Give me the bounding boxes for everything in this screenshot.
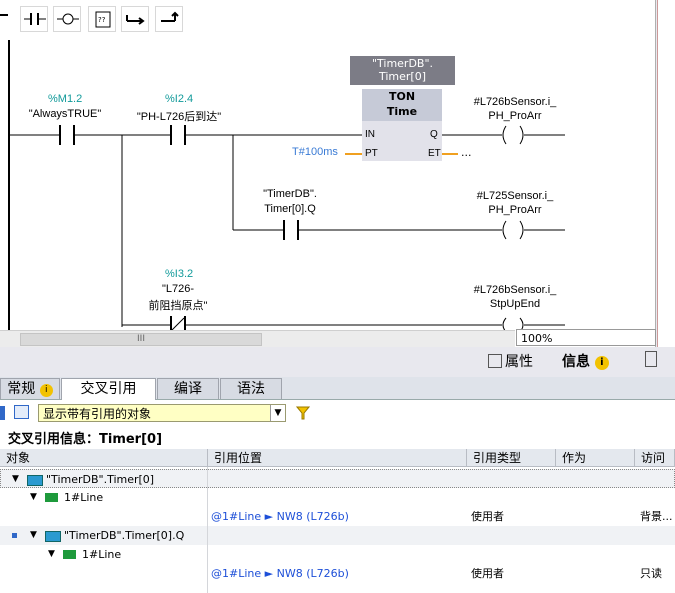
column-header-object[interactable]: 对象 [0,449,208,467]
table-row[interactable]: ▼ 1#Line [0,488,675,507]
filter-dropdown[interactable]: 显示带有引用的对象 ▼ [38,404,286,422]
expand-arrow-icon[interactable]: ▼ [30,488,37,507]
db-tag-icon [45,531,61,542]
pin-et-label: ET [428,148,441,159]
contact-symbol[interactable]: "PH-L726后到达" [128,108,230,124]
block-name: 1#Line [82,548,122,561]
coil-symbol[interactable]: #L725Sensor.i_ [460,190,570,202]
coil-symbol[interactable]: PH_ProArr [460,204,570,216]
empty-box-label: ?? [98,16,106,24]
contact-address: %I3.2 [165,268,194,280]
contact-open-icon[interactable] [20,6,48,32]
filter-dropdown-value: 显示带有引用的对象 [43,407,152,421]
ton-subtitle: Time [386,105,418,118]
block-name: 1#Line [64,491,104,504]
table-row[interactable]: ▼ "TimerDB".Timer[0] [0,469,675,488]
reference-type: 使用者 [471,510,504,523]
instance-db-label[interactable]: "TimerDB". Timer[0] [350,56,455,85]
reference-location-link[interactable]: @1#Line ► NW8 (L726b) [211,507,349,526]
pin-pt-label: PT [365,148,378,159]
tab-compile[interactable]: 编译 [157,378,219,399]
coil-symbol[interactable]: #L726bSensor.i_ [460,284,570,296]
et-value[interactable]: ... [461,146,472,159]
coil-symbol[interactable]: PH_ProArr [460,110,570,122]
properties-tab-label: 属性 [505,354,533,370]
close-branch-icon[interactable] [155,6,183,32]
contact-address: %M1.2 [48,93,83,105]
info-tab-label: 信息 [562,354,590,370]
cross-reference-title: 交叉引用信息：Timer[0] [8,432,163,447]
column-divider [207,467,208,593]
contact-symbol[interactable]: Timer[0].Q [250,203,330,215]
tab-syntax[interactable]: 语法 [220,378,282,399]
tab-cross-reference[interactable]: 交叉引用 [61,378,156,400]
db-tag-icon [27,475,43,486]
ladder-network: %M1.2 "AlwaysTRUE" %I2.4 "PH-L726后到达" "T… [0,40,655,330]
contact-symbol[interactable]: "L726- [138,283,218,295]
properties-icon [488,354,502,368]
ton-header: TON Time [362,89,442,121]
contact-closed-icon[interactable] [53,6,81,32]
info-icon: i [594,356,609,370]
column-header-type[interactable]: 引用类型 [467,449,556,467]
chevron-down-icon[interactable]: ▼ [270,405,285,421]
expand-arrow-icon[interactable]: ▼ [48,545,55,564]
pin-in-label: IN [365,129,375,140]
table-row[interactable]: @1#Line ► NW8 (L726b) 使用者 背景... [0,507,675,526]
task-card-panel-edge [657,0,675,395]
table-view-icon[interactable] [14,405,29,419]
instance-db-line2: Timer[0] [378,70,427,83]
contact-symbol[interactable]: 前阻挡原点" [128,297,228,313]
pin-q-label: Q [430,129,438,140]
open-branch-icon[interactable] [121,6,149,32]
tab-general-label: 常规 [7,381,36,397]
object-name: "TimerDB".Timer[0] [46,473,155,486]
info-tabbar: 常规 i 交叉引用 编译 语法 [0,377,675,400]
list-icon[interactable] [0,406,5,420]
tab-general[interactable]: 常规 i [0,378,60,399]
expand-arrow-icon[interactable]: ▼ [30,526,37,545]
info-icon: i [39,384,53,397]
pt-value[interactable]: T#100ms [292,146,338,158]
reference-location-link[interactable]: @1#Line ► NW8 (L726b) [211,564,349,583]
empty-box-icon[interactable]: ?? [88,6,116,32]
horizontal-scrollbar[interactable]: III [0,330,515,347]
table-row[interactable]: @1#Line ► NW8 (L726b) 使用者 只读 [0,564,675,583]
zoom-field[interactable]: 100% [516,329,656,346]
ladder-toolbar: ?? [0,0,655,41]
table-row[interactable]: ▼ 1#Line [0,545,675,564]
row-marker-icon [12,533,17,538]
toolbar-left-cut-icon[interactable] [0,14,8,16]
contact-address: %I2.4 [165,93,194,105]
object-name: "TimerDB".Timer[0].Q [64,529,185,542]
contact-symbol[interactable]: "TimerDB". [250,188,330,200]
cross-reference-table: 对象 引用位置 引用类型 作为 访问 ▼ "TimerDB".Timer[0] … [0,449,675,593]
block-icon [63,550,76,559]
stethoscope-icon [645,351,657,367]
diagnostics-tab[interactable] [645,351,657,373]
column-header-location[interactable]: 引用位置 [208,449,467,467]
filter-icon[interactable] [295,406,311,423]
instance-db-line1: "TimerDB". [371,57,434,70]
coil-symbol[interactable]: #L726bSensor.i_ [460,96,570,108]
properties-tab[interactable]: 属性 [488,351,533,373]
scrollbar-grip: III [137,334,145,344]
reference-type: 使用者 [471,567,504,580]
contact-symbol[interactable]: "AlwaysTRUE" [25,108,105,120]
coil-symbol[interactable]: StpUpEnd [460,298,570,310]
ton-title: TON [388,90,416,103]
access-type: 只读 [640,567,662,580]
scrollbar-thumb[interactable]: III [20,333,262,346]
inspector-strip: 属性 信息 i [0,347,675,377]
access-type: 背景... [640,510,673,523]
expand-arrow-icon[interactable]: ▼ [12,470,19,489]
column-header-access[interactable]: 访问 [635,449,675,467]
column-header-as[interactable]: 作为 [556,449,635,467]
info-tab[interactable]: 信息 i [562,351,609,373]
block-icon [45,493,58,502]
table-row[interactable]: ▼ "TimerDB".Timer[0].Q [0,526,675,545]
